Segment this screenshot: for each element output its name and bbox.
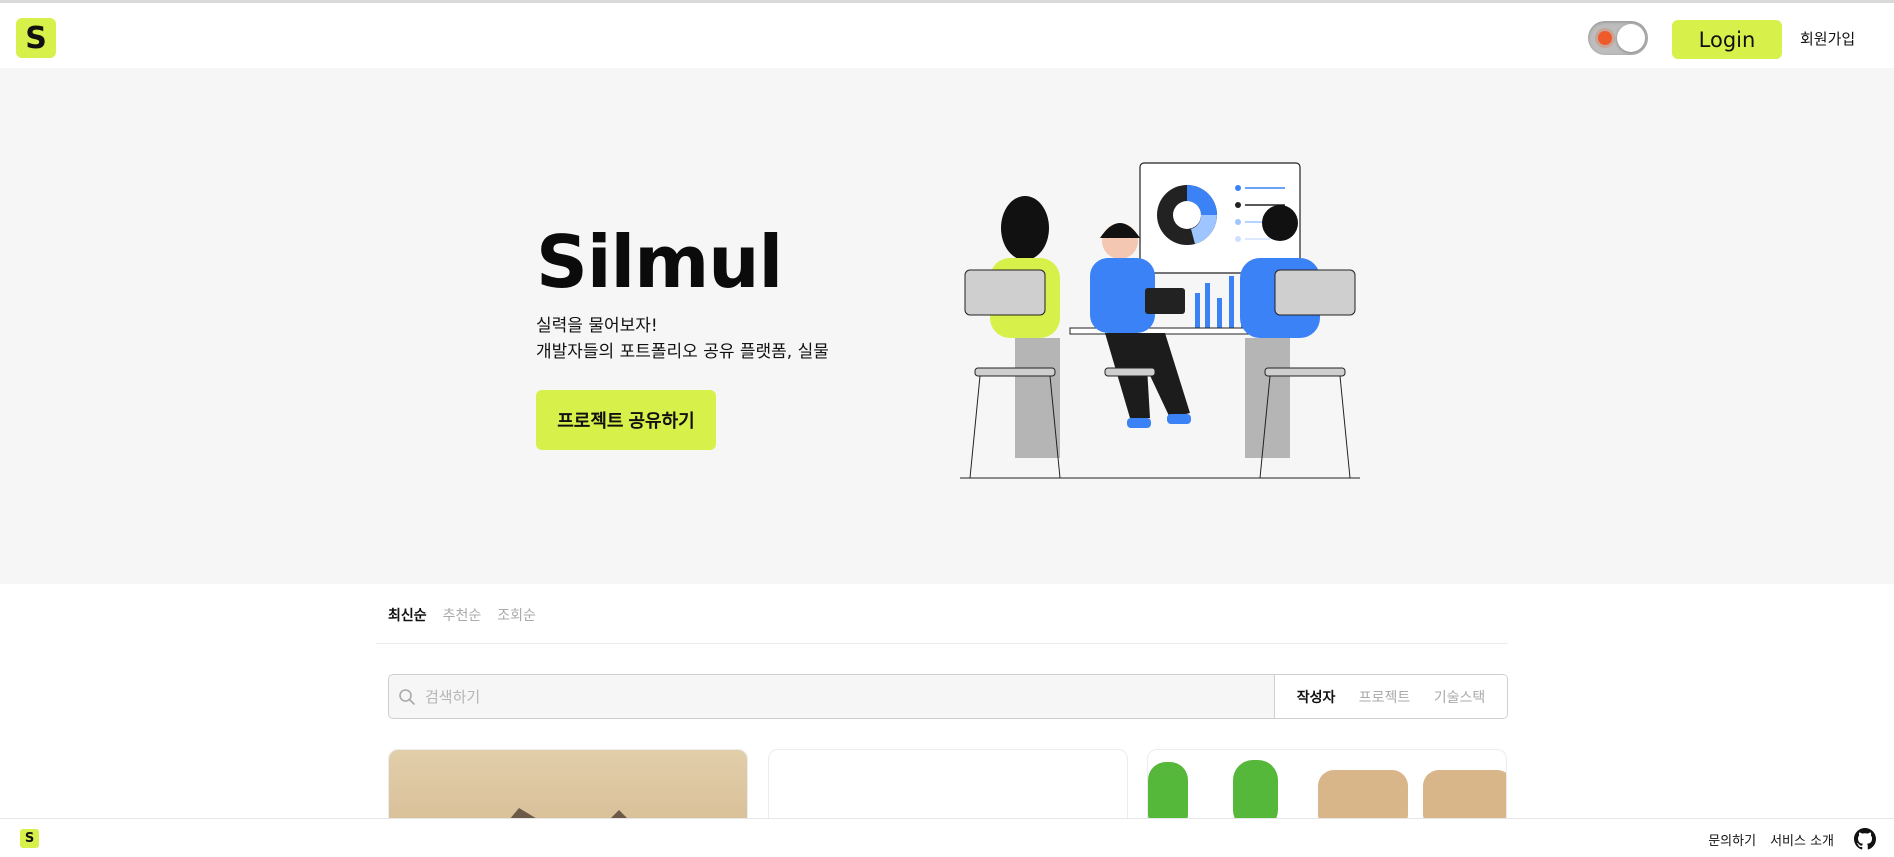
hero-title: Silmul [536, 220, 783, 304]
site-footer: S 문의하기 서비스 소개 [0, 818, 1894, 857]
sort-divider [376, 643, 1508, 644]
contact-link[interactable]: 문의하기 [1708, 830, 1756, 849]
footer-logo[interactable]: S [20, 829, 39, 848]
share-project-button[interactable]: 프로젝트 공유하기 [536, 390, 716, 450]
hero-tagline: 실력을 물어보자! [536, 316, 658, 336]
search-input[interactable] [425, 675, 1274, 718]
login-button[interactable]: Login [1672, 20, 1782, 59]
sort-tab-views[interactable]: 조회순 [497, 605, 536, 625]
hero-section: Silmul 실력을 물어보자! 개발자들의 포트폴리오 공유 플랫폼, 실물 … [0, 68, 1894, 584]
site-logo[interactable]: S [16, 18, 56, 58]
filter-author[interactable]: 작성자 [1297, 687, 1336, 707]
site-header: S Login 회원가입 [0, 3, 1894, 68]
theme-toggle[interactable] [1588, 21, 1648, 55]
sort-tab-latest[interactable]: 최신순 [388, 605, 427, 625]
team-meeting-illustration [960, 162, 1360, 479]
project-card[interactable] [1147, 749, 1507, 819]
filter-project[interactable]: 프로젝트 [1359, 687, 1411, 707]
sort-tab-recommended[interactable]: 추천순 [443, 605, 482, 625]
project-thumbnail [1148, 760, 1506, 818]
github-icon[interactable] [1854, 828, 1876, 850]
search-filter-tabs: 작성자 프로젝트 기술스택 [1274, 675, 1507, 718]
project-card[interactable] [768, 749, 1128, 819]
sun-icon [1598, 31, 1612, 45]
toggle-knob [1617, 24, 1645, 52]
project-card[interactable] [388, 749, 748, 819]
project-thumbnail [510, 808, 627, 818]
hero-description: 개발자들의 포트폴리오 공유 플랫폼, 실물 [536, 342, 829, 362]
signup-link[interactable]: 회원가입 [1800, 28, 1855, 49]
search-icon [389, 675, 425, 718]
filter-tech-stack[interactable]: 기술스택 [1434, 687, 1486, 707]
about-link[interactable]: 서비스 소개 [1770, 830, 1834, 849]
footer-links: 문의하기 서비스 소개 [1708, 830, 1834, 849]
sort-tabs: 최신순 추천순 조회순 [388, 605, 536, 625]
search-bar: 작성자 프로젝트 기술스택 [388, 674, 1508, 719]
